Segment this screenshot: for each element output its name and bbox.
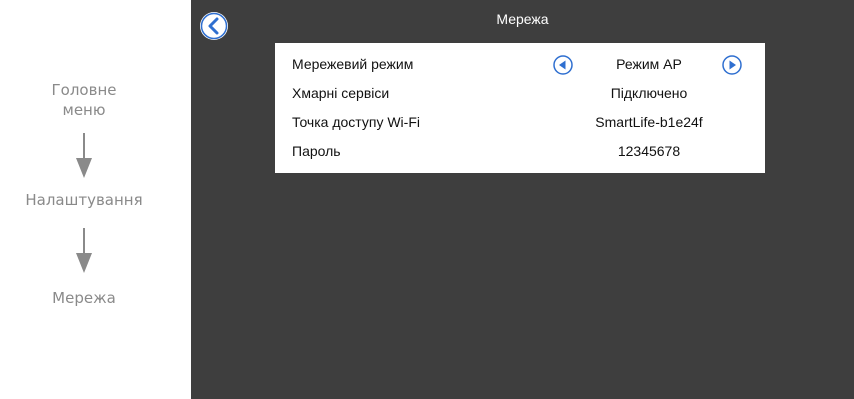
setting-value: 12345678 [617, 143, 681, 159]
nav-step-settings-label: Налаштування [25, 191, 143, 209]
page-title: Мережа [496, 11, 549, 27]
nav-step-network-label: Мережа [52, 289, 116, 307]
setting-value: Режим AP [616, 56, 682, 72]
setting-label: Точка доступу Wi-Fi [292, 114, 420, 130]
setting-label: Хмарні сервіси [292, 85, 390, 101]
setting-value: SmartLife-b1e24f [595, 114, 703, 130]
navigation-path: Головне меню Налаштування Мережа [0, 0, 191, 399]
next-option-button[interactable] [722, 55, 742, 75]
setting-label: Мережевий режим [292, 56, 414, 72]
nav-step-main-menu-label: Головне меню [51, 81, 117, 119]
nav-step-settings: Налаштування [0, 190, 168, 210]
setting-row-wifi-access-point[interactable]: Точка доступу Wi-Fi SmartLife-b1e24f [275, 108, 765, 137]
setting-value: Підключено [610, 85, 688, 101]
network-settings-panel: Мережевий режим Режим AP Хмарні сервіси … [275, 43, 765, 173]
setting-row-password[interactable]: Пароль 12345678 [275, 137, 765, 166]
setting-row-network-mode[interactable]: Мережевий режим Режим AP [275, 50, 765, 79]
setting-label: Пароль [292, 143, 341, 159]
device-screen: Мережа Мережевий режим Режим AP Хмарні с… [191, 0, 854, 399]
nav-step-main-menu: Головне меню [0, 80, 168, 120]
arrow-right-icon [722, 55, 742, 75]
nav-step-network: Мережа [0, 288, 168, 308]
setting-row-cloud-services[interactable]: Хмарні сервіси Підключено [275, 79, 765, 108]
